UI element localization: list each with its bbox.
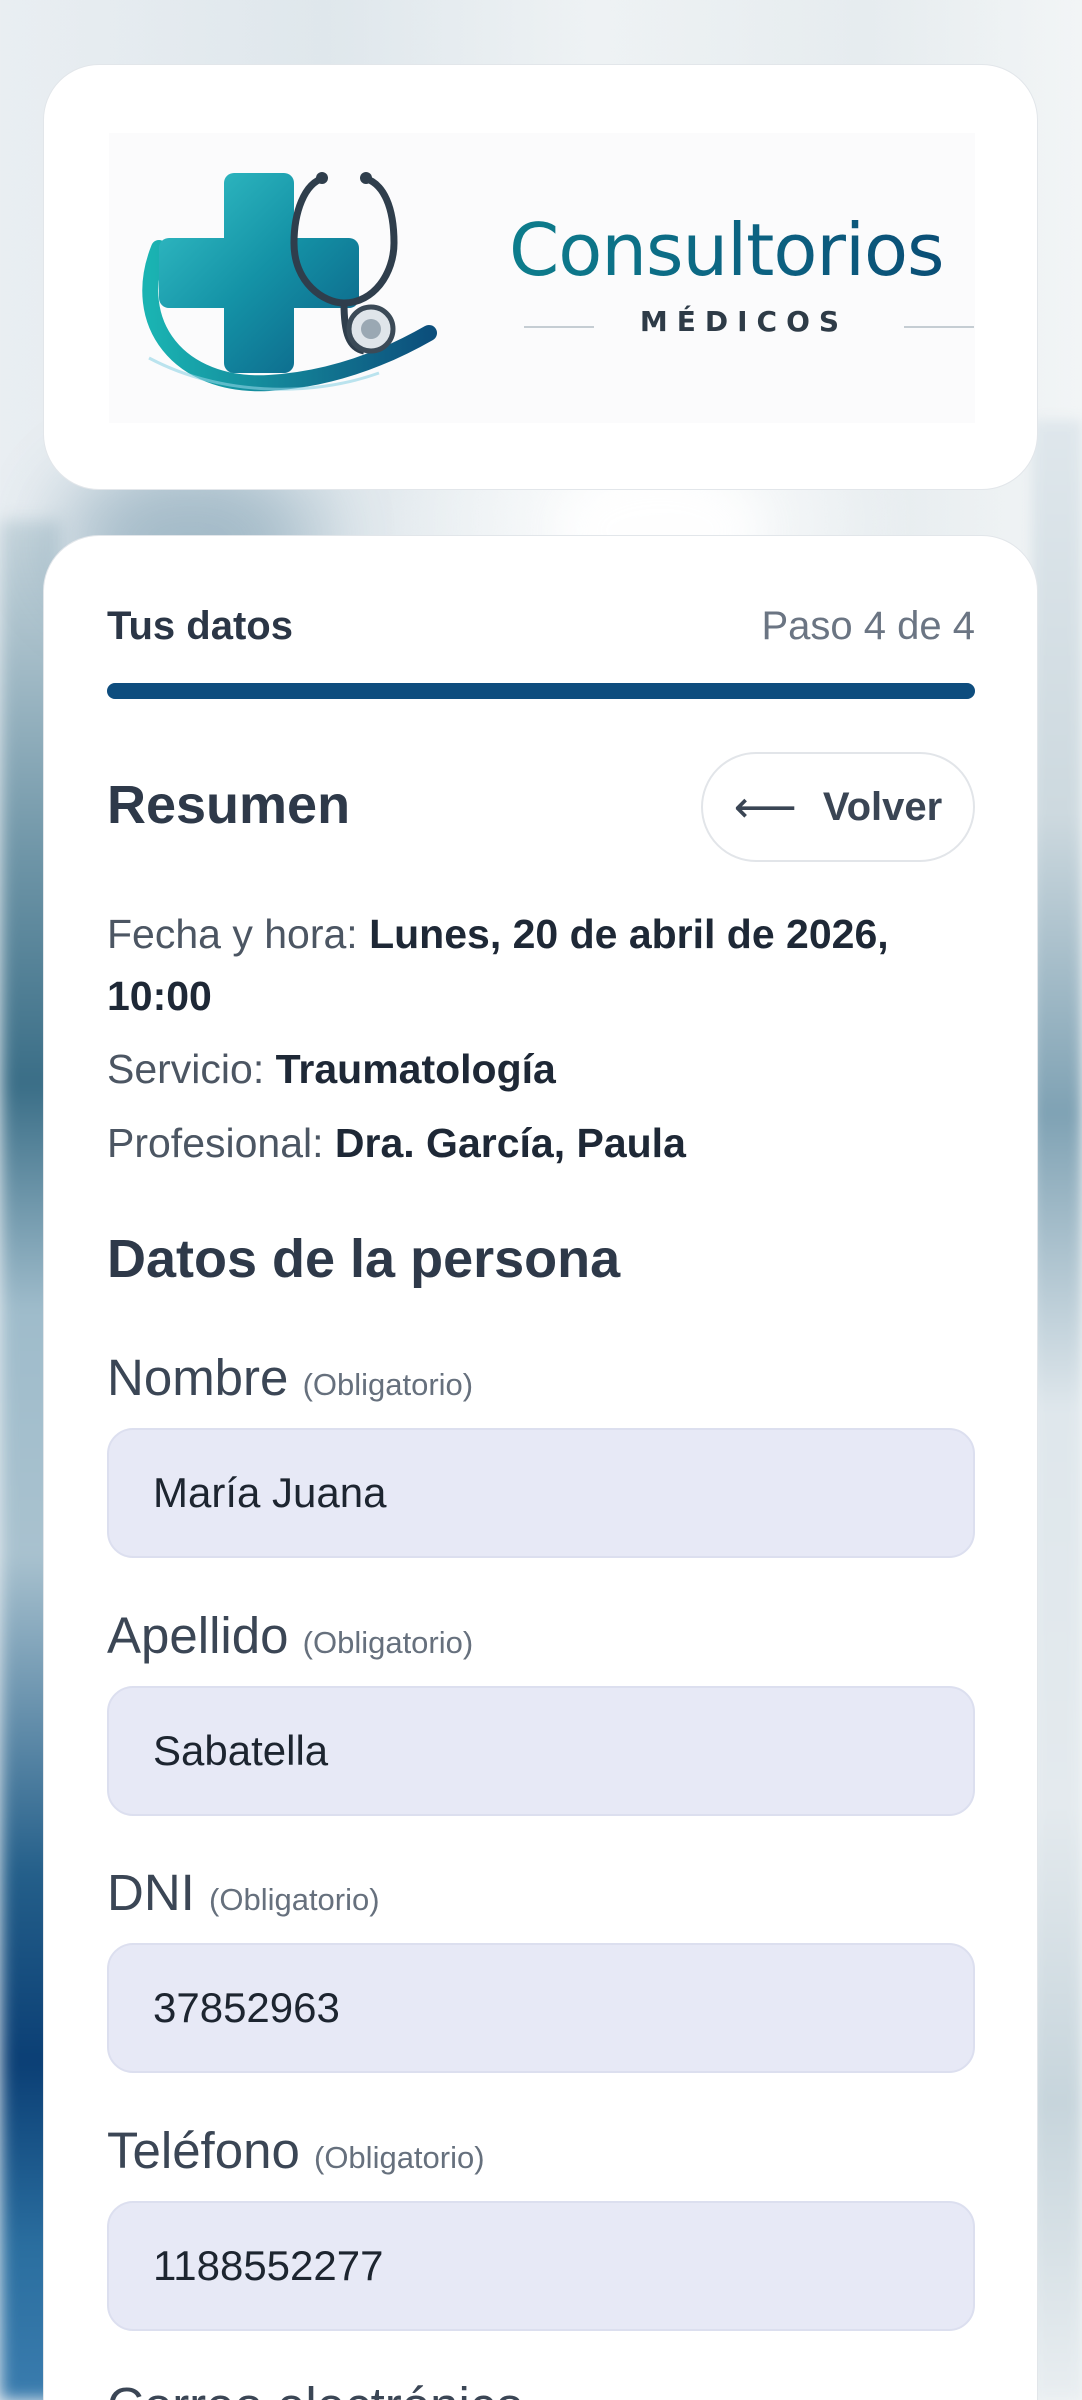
- apellido-label: Apellido (Obligatorio): [107, 1606, 473, 1665]
- background-right-strip: [1032, 420, 1082, 2400]
- booking-form-card: Tus datos Paso 4 de 4 Resumen ⟵ Volver F…: [43, 535, 1038, 2400]
- nombre-label: Nombre (Obligatorio): [107, 1348, 473, 1407]
- logo-card: Consultorios MÉDICOS: [43, 64, 1038, 490]
- required-tag: (Obligatorio): [302, 1367, 474, 1402]
- telefono-label: Teléfono (Obligatorio): [107, 2121, 485, 2180]
- summary-title: Resumen: [107, 775, 351, 835]
- brand-subtitle: MÉDICOS: [639, 305, 849, 338]
- nombre-label-text: Nombre: [107, 1349, 289, 1406]
- required-tag: (Obligatorio): [314, 2140, 485, 2175]
- summary-service-value: Traumatología: [275, 1046, 556, 1092]
- dni-label: DNI (Obligatorio): [107, 1863, 380, 1922]
- back-button[interactable]: ⟵ Volver: [701, 752, 975, 862]
- brand-logo: Consultorios MÉDICOS: [109, 133, 975, 423]
- person-section-title: Datos de la persona: [107, 1229, 621, 1289]
- required-tag: (Obligatorio): [302, 1625, 474, 1660]
- progress-bar: [107, 683, 975, 699]
- summary-date-label: Fecha y hora:: [107, 911, 370, 957]
- apellido-input[interactable]: [107, 1686, 975, 1816]
- email-label: Correo electrónico: [107, 2376, 524, 2400]
- summary-professional: Profesional: Dra. García, Paula: [107, 1112, 987, 1174]
- back-button-label: Volver: [822, 784, 943, 829]
- step-counter: Paso 4 de 4: [761, 604, 976, 648]
- brand-divider-right: [904, 326, 974, 328]
- brand-name: Consultorios: [509, 208, 979, 292]
- dni-input[interactable]: [107, 1943, 975, 2073]
- progress-bar-fill: [107, 683, 975, 699]
- summary-professional-value: Dra. García, Paula: [334, 1120, 686, 1166]
- telefono-label-text: Teléfono: [107, 2122, 300, 2179]
- dni-label-text: DNI: [107, 1864, 195, 1921]
- arrow-left-icon: ⟵: [733, 781, 797, 833]
- summary-professional-label: Profesional:: [107, 1120, 335, 1166]
- telefono-input[interactable]: [107, 2201, 975, 2331]
- summary-service-label: Servicio:: [107, 1046, 276, 1092]
- nombre-input[interactable]: [107, 1428, 975, 1558]
- apellido-label-text: Apellido: [107, 1607, 289, 1664]
- summary-service: Servicio: Traumatología: [107, 1038, 987, 1100]
- step-title: Tus datos: [107, 604, 293, 648]
- summary-date: Fecha y hora: Lunes, 20 de abril de 2026…: [107, 903, 987, 1027]
- required-tag: (Obligatorio): [209, 1882, 380, 1917]
